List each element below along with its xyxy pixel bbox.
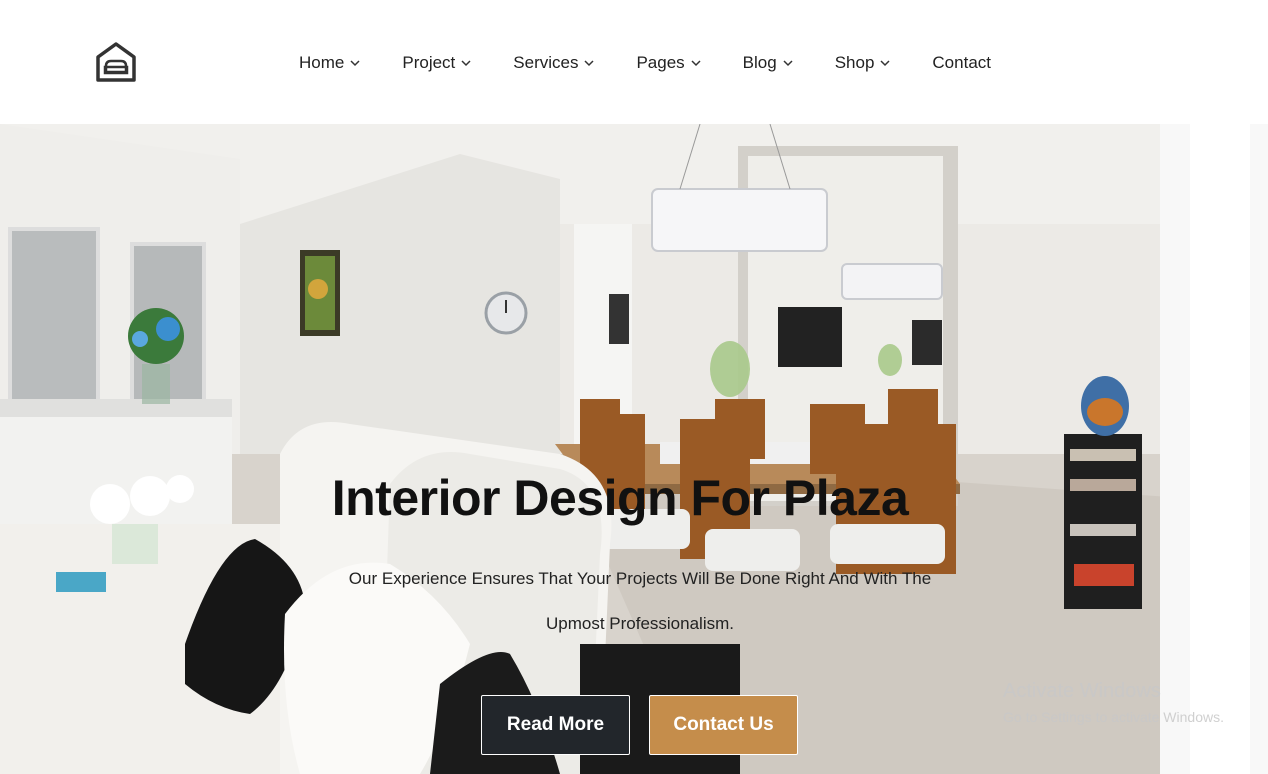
house-logo-icon[interactable] [94, 40, 138, 84]
nav-home-label: Home [299, 53, 345, 72]
contact-us-button[interactable]: Contact Us [649, 695, 798, 755]
nav-home[interactable]: Home [299, 53, 360, 73]
hero-subtitle: Our Experience Ensures That Your Project… [348, 569, 932, 633]
nav-project[interactable]: Project [402, 53, 471, 73]
chevron-down-icon [691, 58, 701, 68]
read-more-button[interactable]: Read More [481, 695, 630, 755]
nav-contact-label: Contact [932, 53, 991, 72]
site-header: Home Project Services Pages Blog Shop Co… [0, 0, 1268, 124]
chevron-down-icon [461, 58, 471, 68]
nav-blog-label: Blog [742, 53, 777, 72]
nav-project-label: Project [402, 53, 456, 72]
nav-shop[interactable]: Shop [835, 53, 891, 73]
nav-services-label: Services [513, 53, 579, 72]
nav-pages[interactable]: Pages [636, 53, 701, 73]
chevron-down-icon [584, 58, 594, 68]
nav-shop-label: Shop [834, 53, 875, 72]
nav-services[interactable]: Services [513, 53, 594, 73]
hero-title: Interior Design For Plaza [331, 470, 909, 526]
watermark-line-1: Activate Windows [1003, 680, 1161, 702]
chevron-down-icon [350, 58, 360, 68]
chevron-down-icon [783, 58, 793, 68]
chevron-down-icon [880, 58, 890, 68]
watermark-line-2: Go to Settings to activate Windows. [1003, 709, 1224, 725]
hero-interior-photo [0, 124, 1268, 774]
activate-windows-watermark: Activate Windows Go to Settings to activ… [1003, 680, 1224, 725]
nav-blog[interactable]: Blog [743, 53, 793, 73]
hero-section: Interior Design For Plaza Our Experience… [0, 124, 1268, 774]
main-nav: Home Project Services Pages Blog Shop Co… [299, 53, 991, 73]
nav-pages-label: Pages [636, 53, 685, 72]
nav-contact[interactable]: Contact [932, 53, 991, 73]
